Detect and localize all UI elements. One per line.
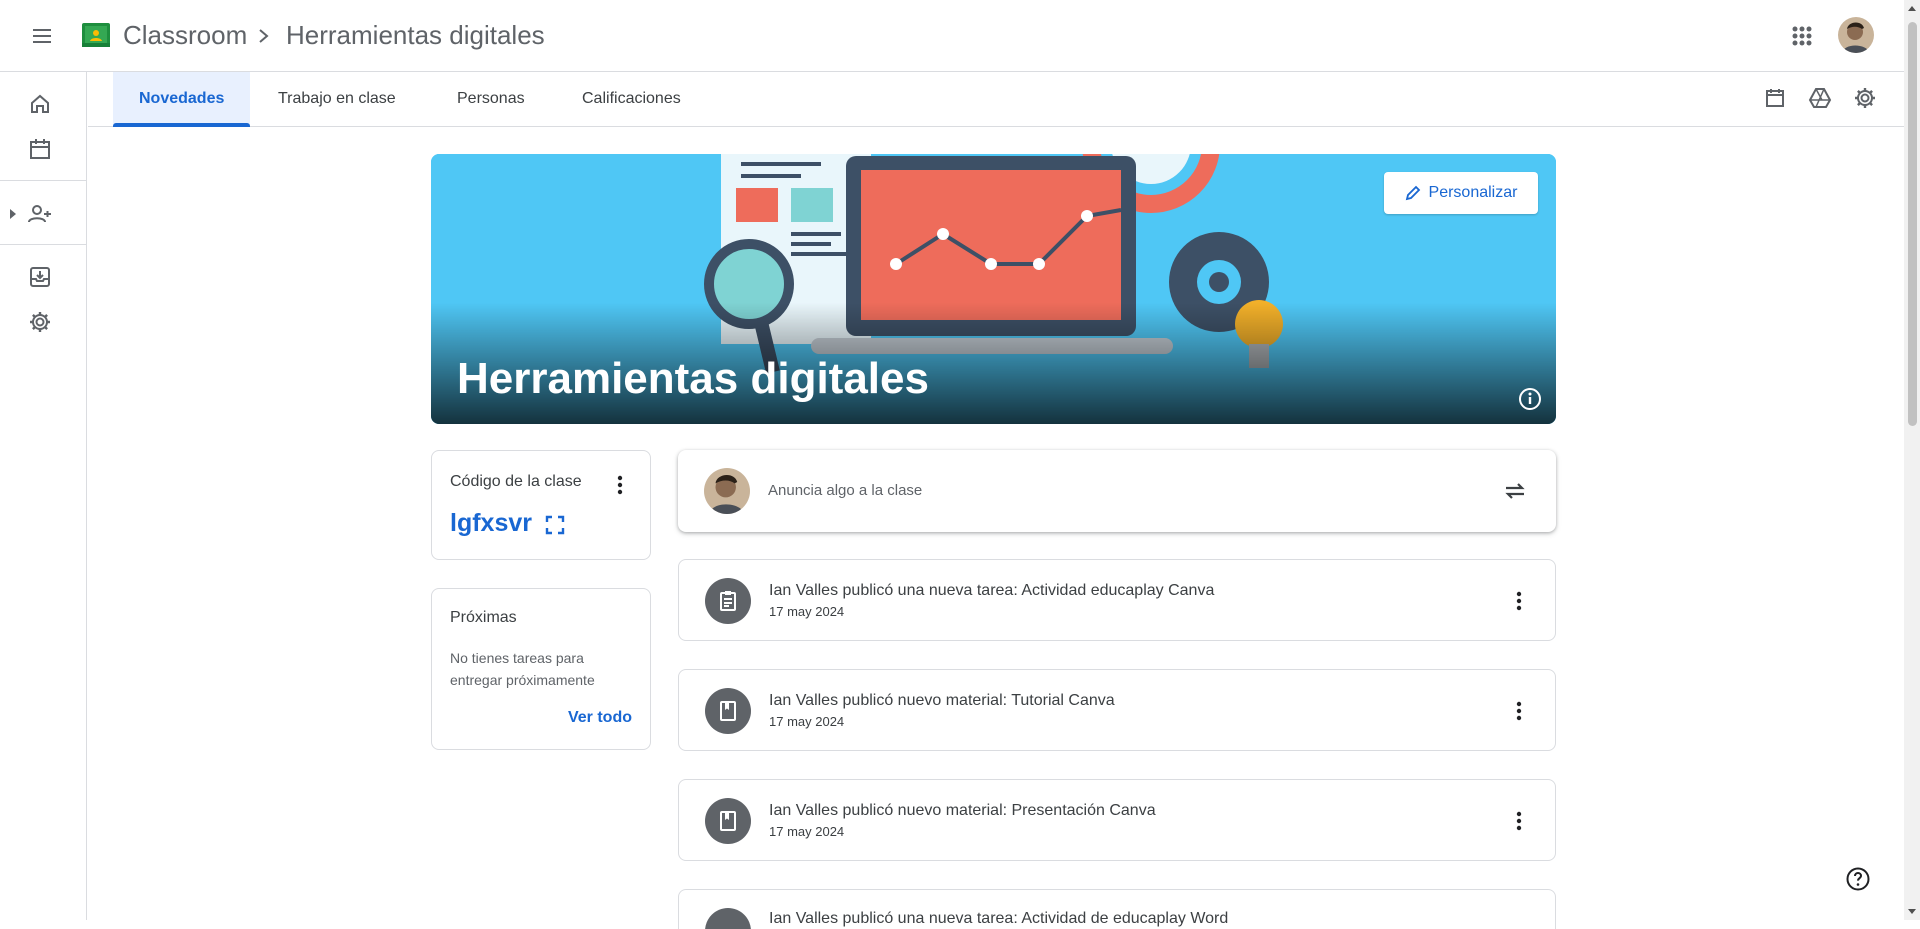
more-vert-icon <box>1516 701 1522 721</box>
post-options-button[interactable] <box>1507 699 1531 723</box>
class-banner: Herramientas digitales Personalizar <box>431 154 1556 424</box>
post-date: 17 may 2024 <box>769 714 845 729</box>
user-avatar <box>704 468 750 514</box>
tab-trabajo-en-clase[interactable]: Trabajo en clase <box>252 72 422 126</box>
class-code-value: lgfxsvr <box>450 509 532 537</box>
post-title[interactable]: Ian Valles publicó nuevo material: Tutor… <box>769 692 1115 710</box>
sidebar-item-enrolled[interactable] <box>20 194 60 234</box>
personalize-button[interactable]: Personalizar <box>1384 172 1538 214</box>
top-app-bar: Classroom Herramientas digitales <box>0 0 1904 72</box>
personalize-label: Personalizar <box>1428 184 1518 201</box>
stream-post[interactable]: Ian Valles publicó una nueva tarea: Acti… <box>678 889 1556 929</box>
account-avatar[interactable] <box>1838 17 1874 53</box>
sidebar-divider <box>0 180 86 181</box>
breadcrumb-class-name[interactable]: Herramientas digitales <box>286 20 545 51</box>
stream-post[interactable]: Ian Valles publicó nuevo material: Tutor… <box>678 669 1556 751</box>
stream-post[interactable]: Ian Valles publicó una nueva tarea: Acti… <box>678 559 1556 641</box>
upcoming-title: Próximas <box>450 609 517 626</box>
calendar-icon[interactable] <box>1763 86 1787 110</box>
fullscreen-icon[interactable] <box>545 515 565 535</box>
user-avatar-image <box>1838 17 1874 53</box>
help-icon[interactable] <box>1845 866 1871 892</box>
post-options-button[interactable] <box>1507 809 1531 833</box>
tab-personas[interactable]: Personas <box>431 72 551 126</box>
sidebar-item-settings[interactable] <box>20 302 60 342</box>
announce-placeholder[interactable]: Anuncia algo a la clase <box>768 482 922 499</box>
archive-icon <box>30 267 50 287</box>
chevron-right-icon <box>259 29 269 43</box>
upcoming-card: Próximas No tienes tareas para entregar … <box>431 588 651 750</box>
page-scrollbar[interactable] <box>1904 0 1920 920</box>
more-vert-icon <box>1516 591 1522 611</box>
info-icon[interactable] <box>1517 386 1543 412</box>
post-title[interactable]: Ian Valles publicó una nueva tarea: Acti… <box>769 910 1228 928</box>
class-code-options-button[interactable] <box>608 473 632 497</box>
scroll-down-arrow-icon[interactable] <box>1907 906 1917 916</box>
banner-class-title: Herramientas digitales <box>457 354 929 403</box>
scrollbar-thumb[interactable] <box>1908 22 1917 426</box>
pencil-icon <box>1405 185 1420 201</box>
home-icon <box>31 94 49 113</box>
repost-icon[interactable] <box>1502 478 1528 504</box>
people-icon <box>28 205 51 223</box>
scroll-up-arrow-icon[interactable] <box>1907 4 1917 14</box>
class-code-card: Código de la clase lgfxsvr <box>431 450 651 560</box>
post-title[interactable]: Ian Valles publicó una nueva tarea: Acti… <box>769 582 1214 600</box>
google-apps-grid-icon[interactable] <box>1788 22 1816 50</box>
upcoming-empty-text: No tienes tareas para entregar próximame… <box>450 650 595 688</box>
settings-gear-icon <box>30 312 50 332</box>
assignment-icon <box>705 908 751 929</box>
post-options-button[interactable] <box>1507 589 1531 613</box>
calendar-icon <box>30 139 50 159</box>
main-menu-button[interactable] <box>22 18 62 54</box>
navigation-sidebar <box>0 72 87 920</box>
sidebar-item-home[interactable] <box>20 84 60 124</box>
tab-novedades[interactable]: Novedades <box>113 72 251 127</box>
hamburger-menu-icon <box>33 29 51 43</box>
sidebar-item-archived[interactable] <box>20 257 60 297</box>
see-all-link[interactable]: Ver todo <box>568 709 632 727</box>
expand-arrow-icon[interactable] <box>9 208 17 220</box>
user-avatar-image <box>704 468 750 514</box>
tab-calificaciones[interactable]: Calificaciones <box>556 72 707 126</box>
settings-gear-icon[interactable] <box>1853 86 1877 110</box>
post-date: 17 may 2024 <box>769 604 845 619</box>
material-book-icon <box>705 798 751 844</box>
more-vert-icon <box>617 475 623 495</box>
class-tabs: Novedades Trabajo en clase Personas Cali… <box>88 72 1904 127</box>
sidebar-divider <box>0 244 86 245</box>
post-title[interactable]: Ian Valles publicó nuevo material: Prese… <box>769 802 1156 820</box>
stream-post[interactable]: Ian Valles publicó nuevo material: Prese… <box>678 779 1556 861</box>
announce-box[interactable]: Anuncia algo a la clase <box>678 450 1556 532</box>
more-vert-icon <box>1516 811 1522 831</box>
sidebar-item-calendar[interactable] <box>20 129 60 169</box>
assignment-icon <box>705 578 751 624</box>
drive-icon[interactable] <box>1808 86 1832 110</box>
app-title[interactable]: Classroom <box>123 20 247 51</box>
material-book-icon <box>705 688 751 734</box>
classroom-logo-icon[interactable] <box>82 23 110 47</box>
class-code-title: Código de la clase <box>450 473 582 490</box>
post-date: 17 may 2024 <box>769 824 845 839</box>
